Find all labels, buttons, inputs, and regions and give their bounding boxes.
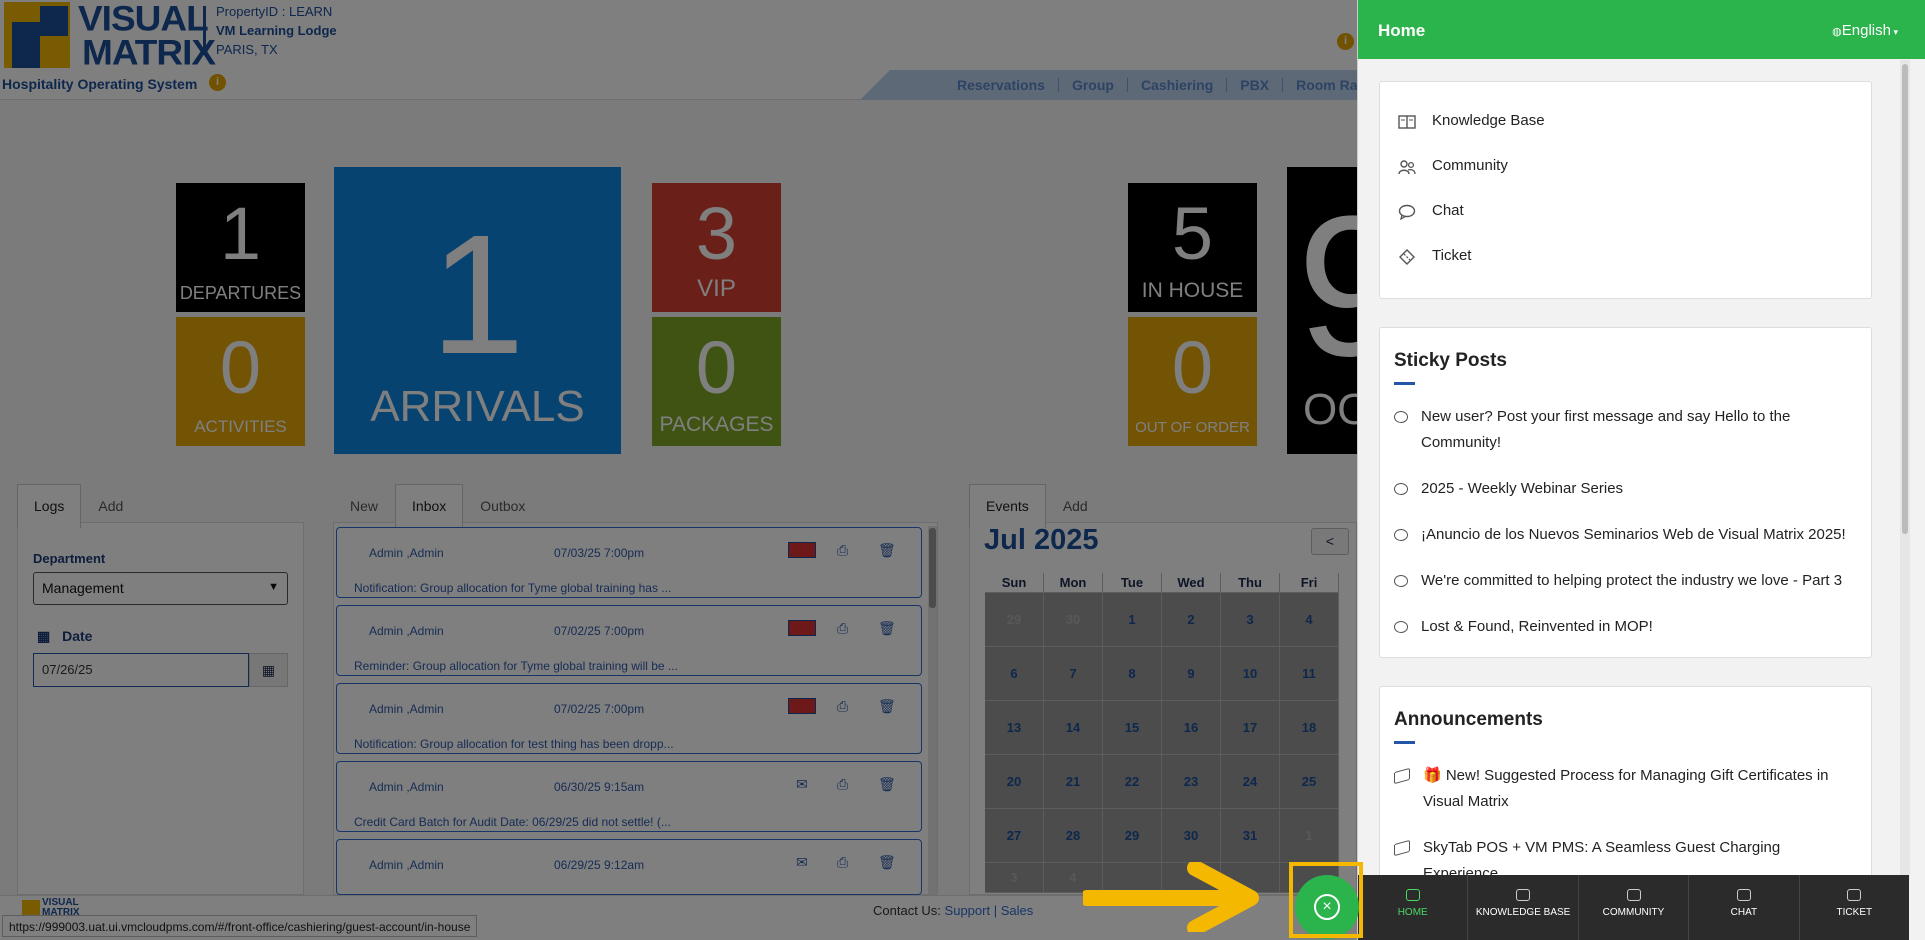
comment-icon [1394,621,1408,633]
sticky-post[interactable]: We're committed to helping protect the i… [1394,568,1854,594]
language-value: English [1841,22,1891,39]
dock-label: KNOWLEDGE BASE [1475,907,1571,918]
chat-bubble-icon [1736,889,1751,901]
post-title: ¡Anuncio de los Nuevos Seminarios Web de… [1421,526,1846,543]
book-icon [1516,889,1531,901]
highlight-box [1289,862,1363,938]
help-title: Home [1378,21,1426,40]
link-chat[interactable]: Chat [1398,202,1464,221]
dock-label: CHAT [1730,907,1758,918]
link-label: Knowledge Base [1432,112,1545,129]
megaphone-icon [1394,839,1410,857]
pointer-arrow-icon [1083,862,1259,932]
post-title: 2025 - Weekly Webinar Series [1421,480,1624,497]
dock-ticket[interactable]: TICKET [1800,875,1909,940]
link-label: Ticket [1432,247,1472,264]
announcement[interactable]: 🎁 New! Suggested Process for Managing Gi… [1394,763,1854,815]
globe-icon: ◍ [1832,26,1842,38]
dock-community[interactable]: COMMUNITY [1579,875,1690,940]
sticky-post[interactable]: ¡Anuncio de los Nuevos Seminarios Web de… [1394,522,1854,548]
dock-label: HOME [1397,907,1428,918]
sticky-post[interactable]: New user? Post your first message and sa… [1394,404,1854,456]
sticky-posts-card: Sticky Posts New user? Post your first m… [1379,327,1872,658]
comment-icon [1394,529,1408,541]
help-bottom-nav: HOME KNOWLEDGE BASE COMMUNITY CHAT TICKE… [1358,875,1909,940]
chevron-down-icon: ▾ [1890,27,1898,37]
sticky-posts-title: Sticky Posts [1394,350,1507,385]
chat-bubble-icon [1398,204,1418,221]
post-title: We're committed to helping protect the i… [1421,572,1843,589]
announcement-title: 🎁 New! Suggested Process for Managing Gi… [1423,767,1829,810]
comment-icon [1394,483,1408,495]
scroll-thumb[interactable] [1902,64,1908,534]
link-community[interactable]: Community [1398,157,1508,175]
dock-label: TICKET [1836,907,1873,918]
dock-label: COMMUNITY [1602,907,1665,918]
link-knowledge-base[interactable]: Knowledge Base [1398,112,1545,130]
home-icon [1405,889,1420,901]
language-selector[interactable]: ◍English ▾ [1832,22,1898,39]
post-title: New user? Post your first message and sa… [1421,408,1791,451]
dock-knowledge-base[interactable]: KNOWLEDGE BASE [1468,875,1579,940]
sticky-post[interactable]: 2025 - Weekly Webinar Series [1394,476,1854,502]
dock-home[interactable]: HOME [1358,875,1469,940]
sticky-post[interactable]: Lost & Found, Reinvented in MOP! [1394,614,1854,640]
dock-chat[interactable]: CHAT [1689,875,1800,940]
link-ticket[interactable]: Ticket [1398,247,1471,265]
link-label: Community [1432,157,1508,174]
help-links-card: Knowledge Base Community Chat Ticket [1379,81,1872,299]
announcements-card: Announcements 🎁 New! Suggested Process f… [1379,686,1872,882]
help-sidebar: Home ◍English ▾ Knowledge Base Community… [1357,0,1925,940]
book-icon [1398,114,1418,130]
megaphone-icon [1394,767,1410,785]
ticket-icon [1847,889,1862,901]
link-label: Chat [1432,202,1464,219]
help-header: Home ◍English ▾ [1358,0,1925,59]
people-icon [1626,889,1641,901]
comment-icon [1394,575,1408,587]
people-icon [1398,159,1418,175]
post-title: Lost & Found, Reinvented in MOP! [1421,618,1653,635]
help-scrollbar[interactable] [1900,60,1910,880]
ticket-icon [1398,249,1418,265]
announcements-title: Announcements [1394,709,1543,744]
comment-icon [1394,411,1408,423]
